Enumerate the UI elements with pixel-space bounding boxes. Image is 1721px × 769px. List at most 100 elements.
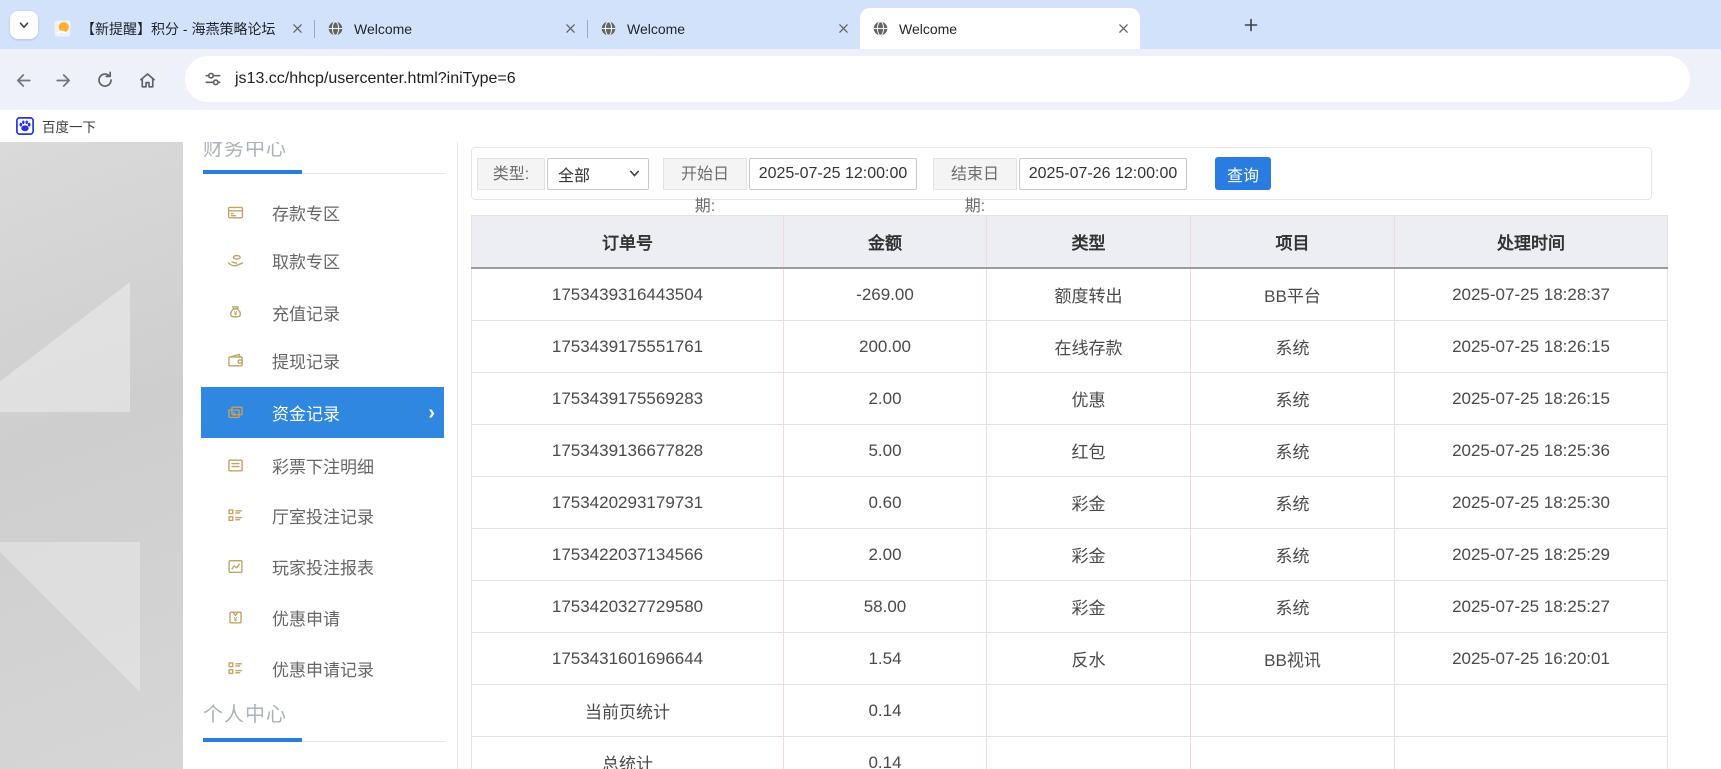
back-button[interactable]: [6, 63, 40, 97]
new-tab-button[interactable]: [1238, 12, 1264, 38]
browser-toolbar: js13.cc/hhcp/usercenter.html?iniType=6: [0, 49, 1721, 110]
table-cell: 当前页统计: [471, 684, 784, 737]
reload-button[interactable]: [88, 63, 122, 97]
tab-strip: 【新提醒】积分 - 海燕策略论坛 Welcome Welcome Welcome: [0, 0, 1721, 49]
table-cell: [1190, 736, 1395, 769]
filter-panel: 类型: 全部 开始日期: 2025-07-25 12:00:00 结束日期: 2…: [471, 147, 1652, 215]
page-background-strip: [0, 142, 183, 769]
table-cell: [986, 684, 1191, 737]
table-cell: 1753439136677828: [471, 424, 784, 477]
section-underline: [203, 738, 302, 742]
column-header: 处理时间: [1394, 215, 1668, 269]
back-arrow-icon: [16, 73, 31, 87]
tab-1[interactable]: Welcome: [315, 8, 587, 49]
forum-icon: [54, 20, 71, 37]
table-row: 1753439136677828 5.00 红包 系统 2025-07-25 18:25…: [471, 424, 1668, 477]
tab-2[interactable]: Welcome: [588, 8, 860, 49]
sidebar-item-label: 资金记录: [272, 405, 340, 424]
table-cell: 200.00: [783, 320, 987, 373]
sidebar-item-1[interactable]: 取款专区: [201, 235, 444, 286]
sidebar-section-personal: 个人中心: [203, 704, 287, 726]
table-row: 总统计 0.14: [471, 736, 1668, 769]
sidebar-item-label: 取款专区: [272, 253, 340, 272]
table-cell: 2025-07-25 18:25:27: [1394, 580, 1668, 633]
gift-icon: ¥: [227, 609, 244, 626]
end-date-input[interactable]: 2025-07-26 12:00:00: [1019, 157, 1187, 190]
tab-title: Welcome: [627, 20, 686, 37]
table-cell: 0.14: [783, 736, 987, 769]
table-cell: 1753431601696644: [471, 632, 784, 685]
table-cell: BB视讯: [1190, 632, 1395, 685]
tab-search-button[interactable]: [10, 11, 38, 39]
table-cell: 2025-07-25 18:28:37: [1394, 268, 1668, 321]
search-button[interactable]: 查询: [1215, 157, 1271, 190]
report-icon: [227, 558, 244, 575]
sidebar-item-7[interactable]: 玩家投注报表: [201, 541, 444, 592]
table-cell: [1190, 684, 1395, 737]
forward-button[interactable]: [46, 63, 80, 97]
table-cell: 彩金: [986, 580, 1191, 633]
tab-close-button[interactable]: [561, 20, 579, 38]
type-select[interactable]: 全部: [547, 157, 649, 190]
sidebar: 财务中心 存款专区 取款专区 ¥ 充值记录 提现记录 ¥ 资金记录 › 彩票下注明细 厅室投注记录…: [183, 142, 457, 769]
table-row: 1753420293179731 0.60 彩金 系统 2025-07-25 18:25…: [471, 476, 1668, 529]
table-cell: 系统: [1190, 372, 1395, 425]
section-underline: [203, 170, 302, 174]
sidebar-item-6[interactable]: 厅室投注记录: [201, 490, 444, 541]
type-label: 类型:: [477, 157, 545, 190]
list-doc-icon: [227, 457, 244, 474]
table-cell: 系统: [1190, 424, 1395, 477]
table-cell: 系统: [1190, 528, 1395, 581]
tab-close-button[interactable]: [288, 20, 306, 38]
tabs-container: 【新提醒】积分 - 海燕策略论坛 Welcome Welcome Welcome: [42, 0, 1140, 49]
table-cell: 2025-07-25 18:25:36: [1394, 424, 1668, 477]
home-icon: [139, 72, 155, 88]
tab-0[interactable]: 【新提醒】积分 - 海燕策略论坛: [42, 8, 314, 49]
funds-icon: ¥: [227, 404, 244, 421]
globe-icon: [872, 20, 889, 37]
table-cell: 彩金: [986, 528, 1191, 581]
site-settings-icon[interactable]: [203, 69, 223, 89]
column-header: 类型: [986, 215, 1191, 269]
sidebar-item-2[interactable]: ¥ 充值记录: [201, 287, 444, 338]
table-cell: 在线存款: [986, 320, 1191, 373]
table-cell: 彩金: [986, 476, 1191, 529]
column-header: 项目: [1190, 215, 1395, 269]
tab-close-button[interactable]: [1114, 20, 1132, 38]
sidebar-item-0[interactable]: 存款专区: [201, 187, 444, 238]
table-cell: 2.00: [783, 528, 987, 581]
start-date-input[interactable]: 2025-07-25 12:00:00: [749, 157, 917, 190]
bookmark-label: 百度一下: [42, 120, 96, 135]
main-panel: 类型: 全部 开始日期: 2025-07-25 12:00:00 结束日期: 2…: [457, 142, 1721, 769]
sidebar-item-4[interactable]: ¥ 资金记录 ›: [201, 387, 444, 438]
type-select-value: 全部: [558, 167, 591, 185]
sidebar-item-5[interactable]: 彩票下注明细: [201, 440, 444, 491]
table-cell: 2025-07-25 18:26:15: [1394, 372, 1668, 425]
moneybag-icon: ¥: [227, 304, 244, 321]
sidebar-item-label: 厅室投注记录: [272, 508, 374, 527]
chevron-right-icon: ›: [428, 401, 435, 424]
table-row: 1753439175569283 2.00 优惠 系统 2025-07-25 18:26…: [471, 372, 1668, 425]
tab-close-button[interactable]: [834, 20, 852, 38]
home-button[interactable]: [130, 63, 164, 97]
table-cell: 1.54: [783, 632, 987, 685]
table-row: 1753431601696644 1.54 反水 BB视讯 2025-07-25 16:…: [471, 632, 1668, 685]
sidebar-item-9[interactable]: 优惠申请记录: [201, 643, 444, 694]
table-cell: [1394, 736, 1668, 769]
tab-3[interactable]: Welcome: [860, 8, 1140, 49]
table-cell: 系统: [1190, 320, 1395, 373]
sidebar-item-3[interactable]: 提现记录: [201, 335, 444, 386]
table-row: 1753422037134566 2.00 彩金 系统 2025-07-25 18:25…: [471, 528, 1668, 581]
table-cell: [986, 736, 1191, 769]
column-header: 金额: [783, 215, 987, 269]
address-bar[interactable]: js13.cc/hhcp/usercenter.html?iniType=6: [185, 56, 1690, 102]
deposit-card-icon: [227, 204, 244, 221]
sidebar-item-8[interactable]: ¥ 优惠申请: [201, 592, 444, 643]
forward-arrow-icon: [55, 73, 70, 87]
decorative-shape: [0, 542, 140, 692]
svg-text:¥: ¥: [232, 411, 236, 418]
globe-icon: [327, 20, 344, 37]
url-text: js13.cc/hhcp/usercenter.html?iniType=6: [235, 70, 516, 87]
bookmark-baidu[interactable]: 百度一下: [10, 114, 102, 138]
end-date-label: 结束日期:: [933, 157, 1017, 215]
